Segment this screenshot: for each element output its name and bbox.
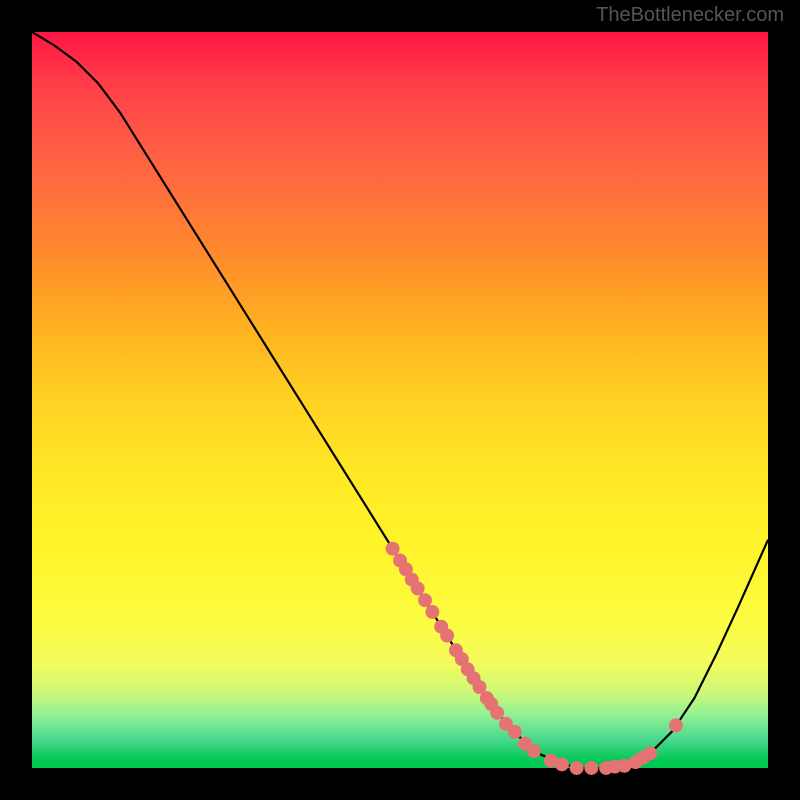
chart-marker	[425, 605, 439, 619]
chart-plot-area	[30, 30, 770, 770]
chart-markers	[386, 542, 683, 775]
chart-curve	[32, 32, 768, 768]
chart-marker	[643, 746, 657, 760]
chart-marker	[440, 629, 454, 643]
chart-marker	[508, 725, 522, 739]
chart-marker	[669, 718, 683, 732]
chart-marker	[411, 581, 425, 595]
chart-marker	[570, 761, 584, 775]
chart-marker	[555, 757, 569, 771]
chart-svg	[32, 32, 768, 768]
chart-marker	[584, 761, 598, 775]
chart-marker	[386, 542, 400, 556]
chart-marker	[490, 706, 504, 720]
watermark-text: TheBottlenecker.com	[596, 4, 784, 27]
chart-marker	[418, 593, 432, 607]
chart-marker	[527, 744, 541, 758]
